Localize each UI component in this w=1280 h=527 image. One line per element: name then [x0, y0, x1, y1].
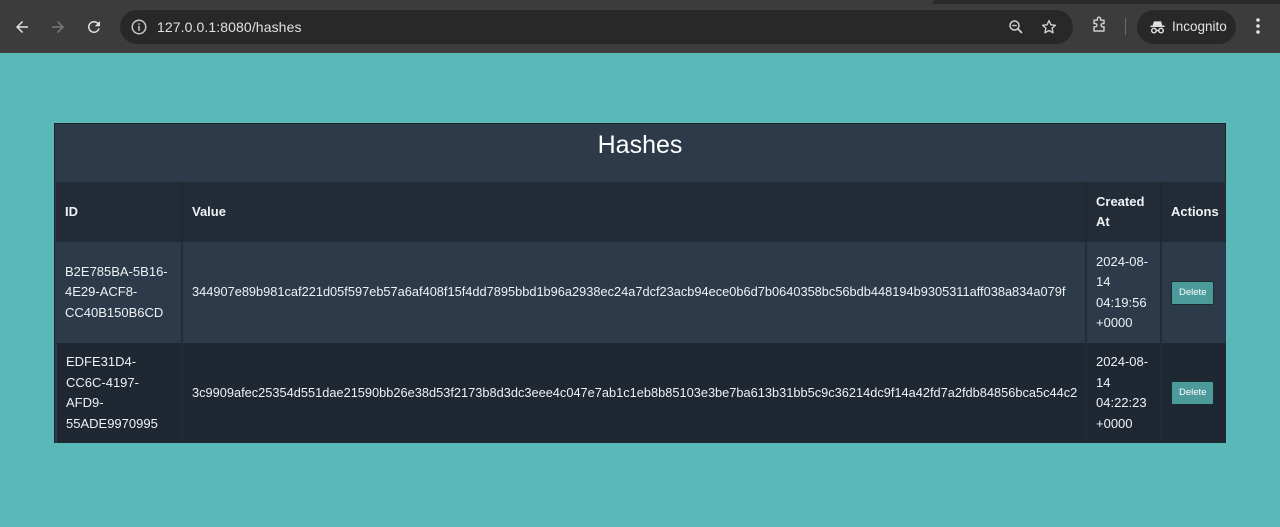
cell-value: 3c9909afec25354d551dae21590bb26e38d53f21…	[182, 343, 1087, 443]
tab-strip	[0, 0, 1280, 4]
more-menu-icon[interactable]	[1249, 16, 1267, 36]
page-title: Hashes	[597, 131, 683, 159]
zoom-icon[interactable]	[1007, 18, 1025, 36]
cell-actions: Delete	[1161, 343, 1226, 443]
delete-button[interactable]: Delete	[1171, 280, 1215, 305]
incognito-icon	[1150, 21, 1165, 34]
column-header-id: ID	[56, 182, 183, 242]
hashes-table: ID Value Created At Actions B2E785BA-5B1…	[55, 182, 1227, 443]
column-header-created-at: Created At	[1086, 182, 1162, 242]
browser-toolbar: 127.0.0.1:8080/hashes Incognito	[0, 0, 1280, 53]
arrow-left-icon	[16, 21, 28, 33]
forward-button[interactable]	[45, 14, 71, 40]
table-header-row: ID Value Created At Actions	[56, 182, 1226, 242]
cell-created-at: 2024-08-14 04:22:23 +0000	[1086, 343, 1162, 443]
hashes-panel: Hashes ID Value Created At Actions B2E78…	[54, 123, 1226, 443]
cell-id: EDFE31D4-CC6C-4197-AFD9-55ADE9970995	[55, 343, 183, 443]
site-info-icon[interactable]	[130, 18, 148, 36]
cell-value: 344907e89b981caf221d05f597eb57a6af408f15…	[182, 242, 1087, 343]
arrow-right-icon	[52, 21, 64, 33]
url-text[interactable]: 127.0.0.1:8080/hashes	[157, 19, 302, 35]
active-tab-edge	[0, 0, 934, 4]
table-row: B2E785BA-5B16-4E29-ACF8-CC40B150B6CD 344…	[56, 242, 1226, 343]
incognito-label: Incognito	[1172, 19, 1227, 34]
cell-created-at: 2024-08-14 04:19:56 +0000	[1086, 242, 1162, 343]
cell-id: B2E785BA-5B16-4E29-ACF8-CC40B150B6CD	[56, 242, 183, 343]
address-bar[interactable]: 127.0.0.1:8080/hashes	[120, 10, 1073, 44]
table-row: EDFE31D4-CC6C-4197-AFD9-55ADE9970995 3c9…	[55, 343, 1226, 443]
star-icon[interactable]	[1040, 18, 1058, 36]
cell-actions: Delete	[1161, 242, 1226, 343]
reload-button[interactable]	[81, 14, 107, 40]
back-button[interactable]	[9, 14, 35, 40]
reload-icon	[87, 20, 100, 33]
incognito-indicator[interactable]: Incognito	[1137, 10, 1236, 44]
extensions-icon[interactable]	[1089, 16, 1109, 36]
toolbar-divider	[1125, 18, 1126, 35]
column-header-value: Value	[182, 182, 1087, 242]
column-header-actions: Actions	[1171, 203, 1219, 219]
delete-button[interactable]: Delete	[1171, 381, 1215, 405]
